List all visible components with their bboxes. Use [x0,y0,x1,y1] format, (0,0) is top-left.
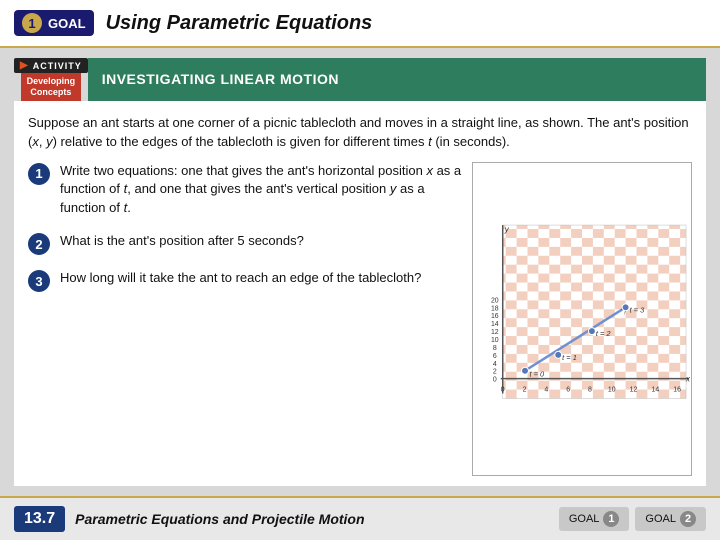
svg-text:t = 3: t = 3 [630,305,646,314]
svg-text:8: 8 [588,386,592,393]
svg-text:20: 20 [491,297,499,304]
svg-text:16: 16 [673,386,681,393]
svg-text:14: 14 [651,386,659,393]
svg-text:2: 2 [493,368,497,375]
footer-goal2-num: 2 [680,511,696,527]
svg-text:14: 14 [491,321,499,328]
q1-number: 1 [28,163,50,185]
activity-label-col: ▶ ACTIVITY Developing Concepts [14,58,88,101]
content-box: Suppose an ant starts at one corner of a… [14,101,706,486]
svg-text:12: 12 [491,329,499,336]
svg-text:16: 16 [491,313,499,320]
q2-number: 2 [28,233,50,255]
svg-text:t = 2: t = 2 [596,329,612,338]
intro-paragraph: Suppose an ant starts at one corner of a… [28,113,692,152]
footer-goal1-button[interactable]: GOAL 1 [559,507,630,531]
footer-goal1-label: GOAL [569,513,600,525]
svg-text:x: x [685,374,691,383]
svg-text:6: 6 [493,352,497,359]
q3-number: 3 [28,270,50,292]
q2-text: What is the ant's position after 5 secon… [60,232,304,251]
svg-text:4: 4 [544,386,548,393]
svg-text:6: 6 [566,386,570,393]
questions-column: 1 Write two equations: one that gives th… [28,162,462,476]
footer-goal2-label: GOAL [645,513,676,525]
play-icon: ▶ [20,60,29,71]
footer-goal1-num: 1 [603,511,619,527]
svg-text:t = 0: t = 0 [529,369,545,378]
question-3: 3 How long will it take the ant to reach… [28,269,462,292]
activity-row: ▶ ACTIVITY Developing Concepts INVESTIGA… [14,58,706,101]
page-footer: 13.7 Parametric Equations and Projectile… [0,496,720,540]
question-1: 1 Write two equations: one that gives th… [28,162,462,219]
svg-text:0: 0 [493,376,497,383]
graph-svg: 0 2 4 6 8 10 12 14 16 18 20 0 2 4 6 [473,163,691,475]
svg-text:0: 0 [501,386,505,393]
content-lower: 1 Write two equations: one that gives th… [28,162,692,476]
svg-text:10: 10 [608,386,616,393]
banner-title: INVESTIGATING LINEAR MOTION [102,71,339,87]
footer-goals: GOAL 1 GOAL 2 [559,507,706,531]
footer-goal2-button[interactable]: GOAL 2 [635,507,706,531]
svg-text:18: 18 [491,305,499,312]
svg-text:t = 1: t = 1 [562,352,577,361]
activity-pill: ▶ ACTIVITY [14,58,88,73]
question-2: 2 What is the ant's position after 5 sec… [28,232,462,255]
developing-concepts-label: Developing Concepts [21,73,81,101]
svg-text:10: 10 [491,337,499,344]
svg-text:8: 8 [493,345,497,352]
activity-label: ACTIVITY [33,61,82,71]
header-title: Using Parametric Equations [106,12,373,35]
section-number: 13.7 [14,506,65,532]
svg-text:4: 4 [493,360,497,367]
page-header: 1 GOAL Using Parametric Equations [0,0,720,48]
q1-text: Write two equations: one that gives the … [60,162,462,219]
q3-text: How long will it take the ant to reach a… [60,269,421,288]
svg-text:2: 2 [523,386,527,393]
graph-area: 0 2 4 6 8 10 12 14 16 18 20 0 2 4 6 [472,162,692,476]
goal-badge: 1 GOAL [14,10,94,36]
goal-label: GOAL [48,16,86,31]
main-content: ▶ ACTIVITY Developing Concepts INVESTIGA… [0,48,720,496]
goal-number: 1 [22,13,42,33]
footer-title: Parametric Equations and Projectile Moti… [75,511,559,527]
svg-text:12: 12 [630,386,638,393]
activity-banner: INVESTIGATING LINEAR MOTION [88,58,706,101]
